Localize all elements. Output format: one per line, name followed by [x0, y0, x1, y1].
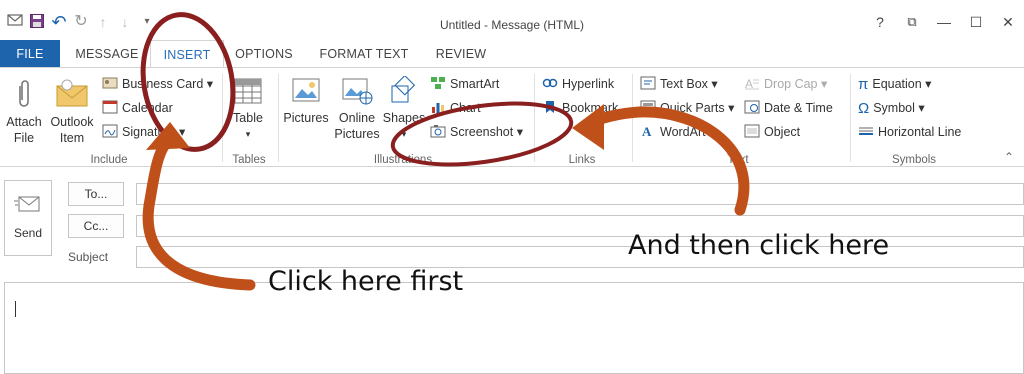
annotation-overlay	[140, 12, 750, 291]
first-arrow	[142, 132, 256, 291]
then-arrow	[582, 106, 750, 216]
annotation-click-first: Click here first	[268, 266, 464, 297]
then-arrowhead	[572, 104, 604, 150]
first-arrowhead	[146, 122, 190, 150]
insert-tab-circle	[140, 12, 236, 152]
annotation-click-then: And then click here	[628, 230, 890, 261]
screenshot-circle	[390, 101, 574, 167]
